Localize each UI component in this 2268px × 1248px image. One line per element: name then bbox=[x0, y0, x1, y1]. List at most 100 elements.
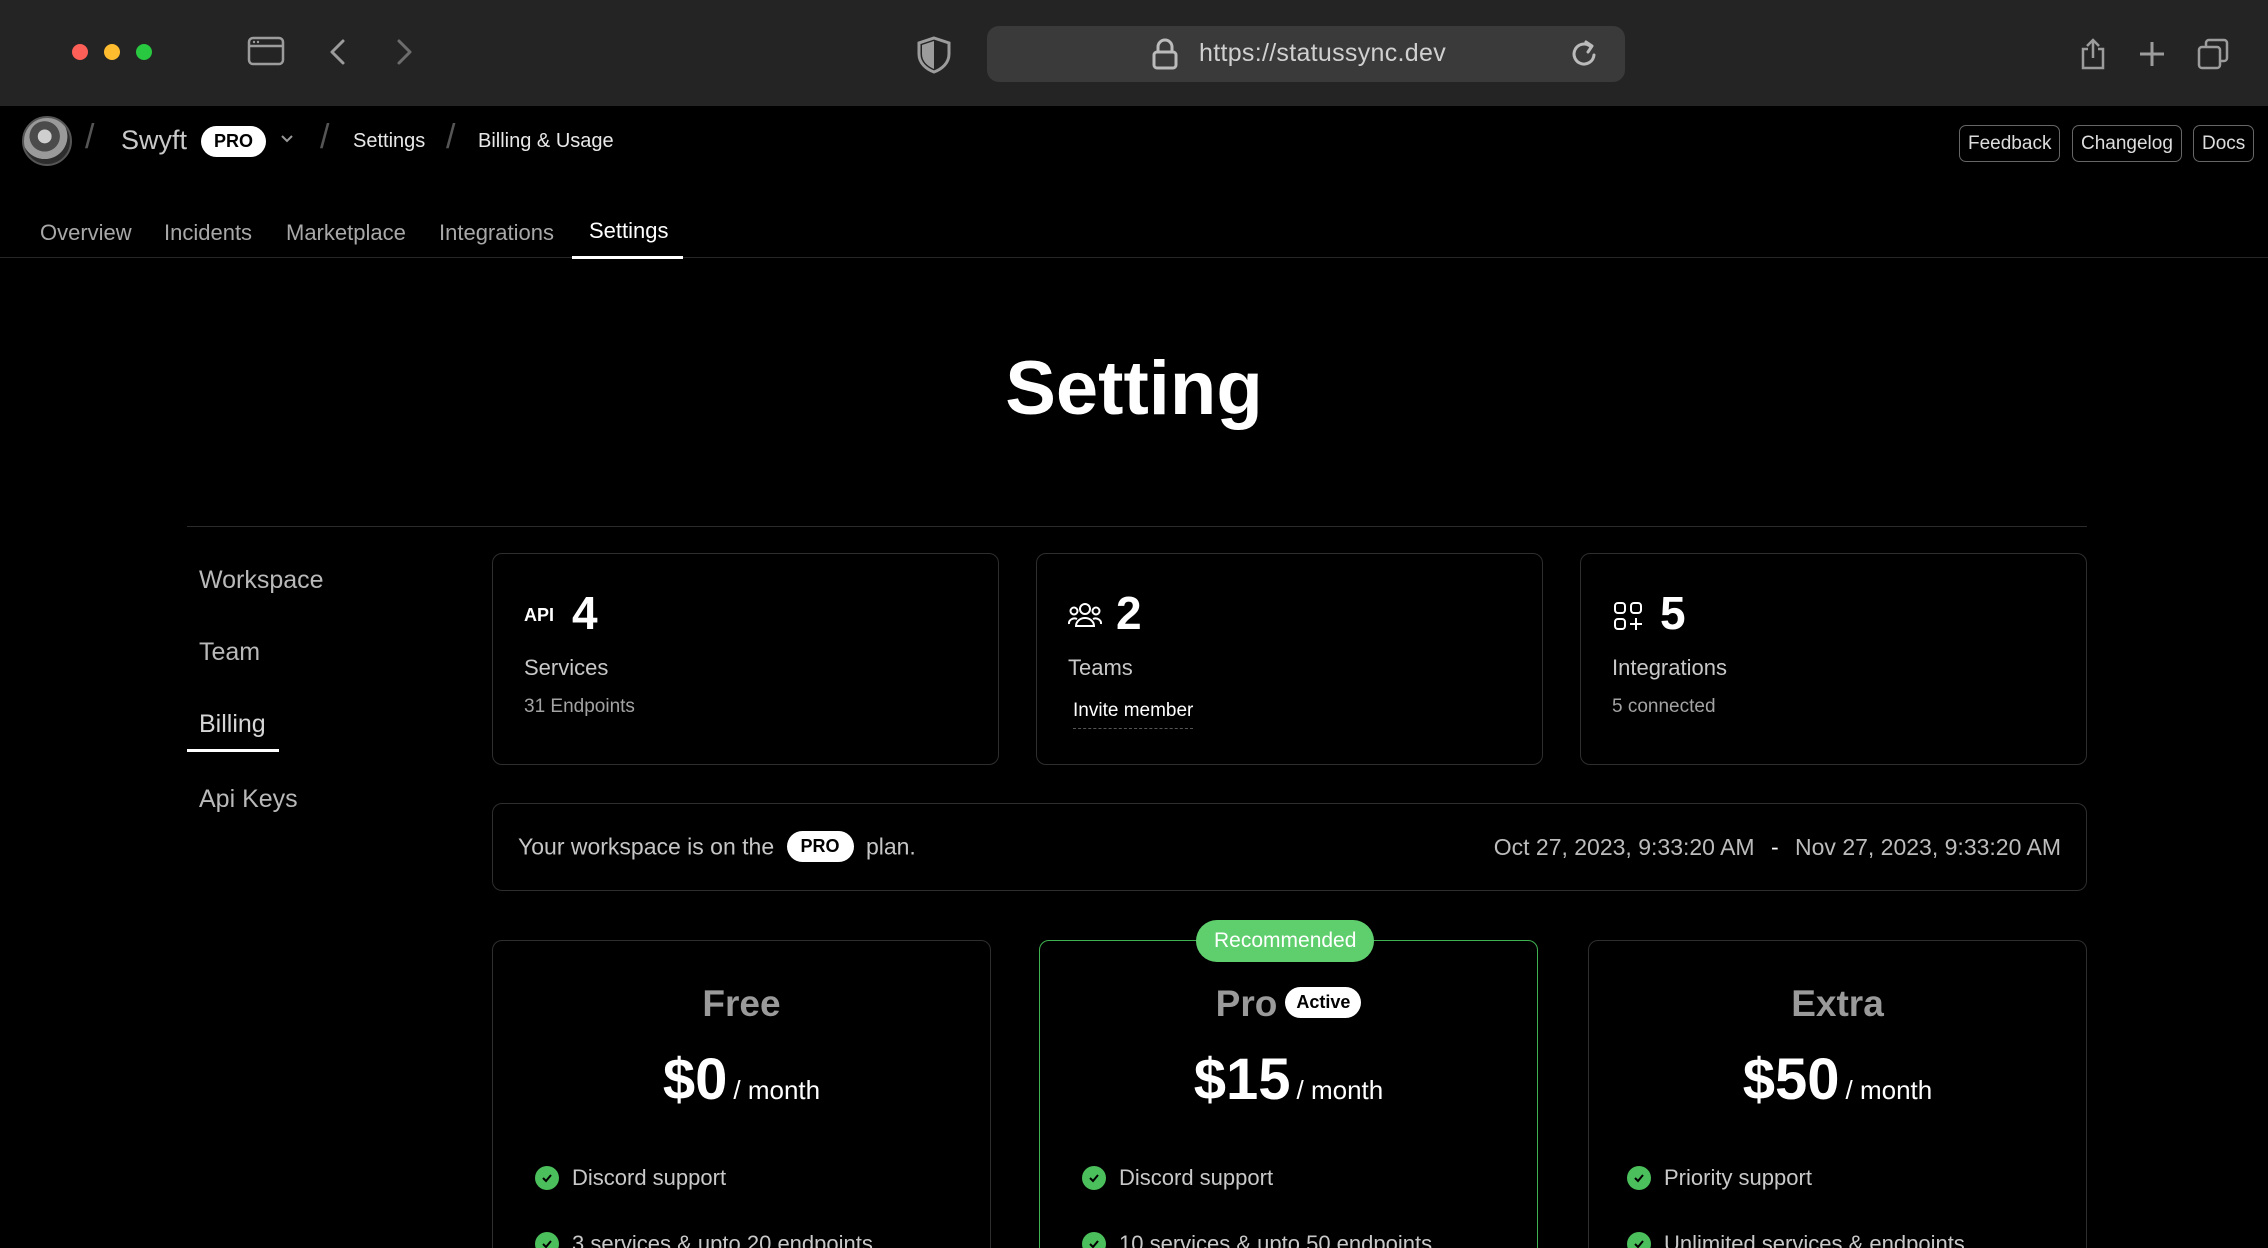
close-window-button[interactable] bbox=[72, 44, 88, 60]
sidebar-toggle-icon[interactable] bbox=[247, 36, 285, 66]
plan-prefix: Your workspace is on the bbox=[518, 833, 775, 860]
price-amount: $0 bbox=[662, 1047, 728, 1112]
check-icon bbox=[535, 1166, 559, 1190]
breadcrumb-billing-usage[interactable]: Billing & Usage bbox=[478, 130, 614, 153]
check-icon bbox=[535, 1232, 559, 1248]
share-icon[interactable] bbox=[2079, 38, 2107, 70]
sidebar-item-api-keys[interactable]: Api Keys bbox=[199, 785, 298, 814]
price-period: / month bbox=[1296, 1075, 1384, 1105]
sidebar-active-indicator bbox=[187, 749, 279, 752]
invite-member-button[interactable]: Invite member bbox=[1073, 700, 1194, 729]
feature-label: Unlimited services & endpoints bbox=[1664, 1231, 1965, 1248]
integrations-label: Integrations bbox=[1612, 655, 1727, 680]
minimize-window-button[interactable] bbox=[104, 44, 120, 60]
plan-price: $50/ month bbox=[1589, 1046, 2086, 1113]
current-plan-bar: Your workspace is on the PRO plan. Oct 2… bbox=[492, 803, 2087, 891]
feature-label: Priority support bbox=[1664, 1165, 1812, 1190]
plan-name: Free bbox=[702, 983, 781, 1024]
new-tab-icon[interactable] bbox=[2138, 40, 2166, 68]
period-separator: - bbox=[1770, 834, 1779, 860]
feature-item: Discord support bbox=[1082, 1165, 1273, 1191]
feature-item: 10 services & upto 50 endpoints bbox=[1082, 1231, 1432, 1248]
browser-toolbar: https://statussync.dev bbox=[0, 0, 2268, 106]
price-amount: $50 bbox=[1742, 1047, 1840, 1112]
plan-card-free[interactable]: Free $0/ month Discord support 3 service… bbox=[492, 940, 991, 1248]
breadcrumb-settings[interactable]: Settings bbox=[353, 130, 425, 153]
users-icon bbox=[1067, 600, 1103, 635]
billing-period: Oct 27, 2023, 9:33:20 AM - Nov 27, 2023,… bbox=[1494, 834, 2061, 861]
plan-badge: PRO bbox=[201, 126, 267, 157]
forward-icon[interactable] bbox=[393, 38, 415, 66]
plan-description: Your workspace is on the PRO plan. bbox=[518, 831, 916, 864]
integrations-stat-card: 5 Integrations 5 connected bbox=[1580, 553, 2087, 765]
teams-count: 2 bbox=[1116, 587, 1142, 639]
current-plan-badge: PRO bbox=[786, 831, 854, 862]
tab-overview-icon[interactable] bbox=[2197, 38, 2229, 70]
feature-item: Unlimited services & endpoints bbox=[1627, 1231, 1965, 1248]
shield-icon[interactable] bbox=[916, 36, 952, 74]
integrations-icon bbox=[1612, 600, 1644, 637]
plan-name-row: Pro Active bbox=[1040, 983, 1537, 1025]
recommended-badge: Recommended bbox=[1196, 920, 1375, 962]
sidebar-item-team[interactable]: Team bbox=[199, 638, 260, 667]
breadcrumb-separator: / bbox=[85, 118, 95, 156]
docs-button[interactable]: Docs bbox=[2193, 125, 2255, 162]
price-period: / month bbox=[1845, 1075, 1933, 1105]
section-divider bbox=[187, 526, 2087, 527]
svg-text:API: API bbox=[524, 605, 554, 624]
active-badge: Active bbox=[1285, 986, 1362, 1018]
services-stat-card: API 4 Services 31 Endpoints bbox=[492, 553, 999, 765]
back-icon[interactable] bbox=[327, 38, 349, 66]
teams-stat-card: 2 Teams Invite member bbox=[1036, 553, 1543, 765]
url-text: https://statussync.dev bbox=[1199, 39, 1446, 67]
price-period: / month bbox=[733, 1075, 821, 1105]
lock-icon bbox=[1152, 38, 1178, 70]
plan-price: $0/ month bbox=[493, 1046, 990, 1113]
page-title: Setting bbox=[1005, 346, 1263, 431]
check-icon bbox=[1082, 1166, 1106, 1190]
plan-suffix: plan. bbox=[865, 833, 916, 860]
app-header: / Swyft PRO / Settings / Billing & Usage… bbox=[0, 106, 2268, 259]
integrations-count: 5 bbox=[1660, 587, 1686, 639]
breadcrumb-separator: / bbox=[320, 118, 330, 156]
feedback-button[interactable]: Feedback bbox=[1959, 125, 2061, 162]
avatar[interactable] bbox=[22, 116, 72, 166]
period-start: Oct 27, 2023, 9:33:20 AM bbox=[1493, 834, 1755, 860]
check-icon bbox=[1627, 1166, 1651, 1190]
zoom-window-button[interactable] bbox=[136, 44, 152, 60]
chevron-down-icon[interactable] bbox=[280, 131, 294, 149]
sidebar-item-billing[interactable]: Billing bbox=[199, 710, 266, 739]
tab-overview[interactable]: Overview bbox=[40, 220, 132, 246]
address-bar[interactable]: https://statussync.dev bbox=[987, 26, 1625, 82]
plan-price: $15/ month bbox=[1040, 1046, 1537, 1113]
tab-marketplace[interactable]: Marketplace bbox=[286, 220, 406, 246]
teams-label: Teams bbox=[1068, 655, 1133, 680]
api-icon: API bbox=[524, 604, 558, 629]
active-tab-indicator bbox=[572, 256, 683, 259]
breadcrumb-separator: / bbox=[446, 118, 456, 156]
reload-icon[interactable] bbox=[1569, 38, 1599, 70]
feature-label: Discord support bbox=[1119, 1165, 1274, 1190]
tab-incidents[interactable]: Incidents bbox=[164, 220, 252, 246]
endpoints-count: 31 Endpoints bbox=[524, 696, 635, 717]
check-icon bbox=[1627, 1232, 1651, 1248]
price-amount: $15 bbox=[1193, 1047, 1291, 1112]
feature-item: 3 services & upto 20 endpoints bbox=[535, 1231, 873, 1248]
sidebar-item-workspace[interactable]: Workspace bbox=[199, 566, 324, 595]
plan-card-pro[interactable]: Pro Active $15/ month Discord support 10 … bbox=[1039, 940, 1538, 1248]
period-end: Nov 27, 2023, 9:33:20 AM bbox=[1795, 834, 2061, 860]
workspace-name[interactable]: Swyft bbox=[121, 125, 187, 156]
plan-name: Extra bbox=[1791, 983, 1884, 1024]
services-label: Services bbox=[524, 655, 609, 680]
tab-settings[interactable]: Settings bbox=[589, 218, 669, 244]
services-count: 4 bbox=[572, 587, 598, 639]
plan-card-extra[interactable]: Extra $50/ month Priority support Unlimi… bbox=[1588, 940, 2087, 1248]
feature-item: Discord support bbox=[535, 1165, 726, 1191]
feature-label: Discord support bbox=[572, 1165, 727, 1190]
changelog-button[interactable]: Changelog bbox=[2072, 125, 2182, 162]
tab-integrations[interactable]: Integrations bbox=[439, 220, 554, 246]
check-icon bbox=[1082, 1232, 1106, 1248]
integrations-connected: 5 connected bbox=[1612, 696, 1716, 717]
plan-name: Pro bbox=[1215, 983, 1278, 1024]
feature-label: 10 services & upto 50 endpoints bbox=[1119, 1231, 1433, 1248]
